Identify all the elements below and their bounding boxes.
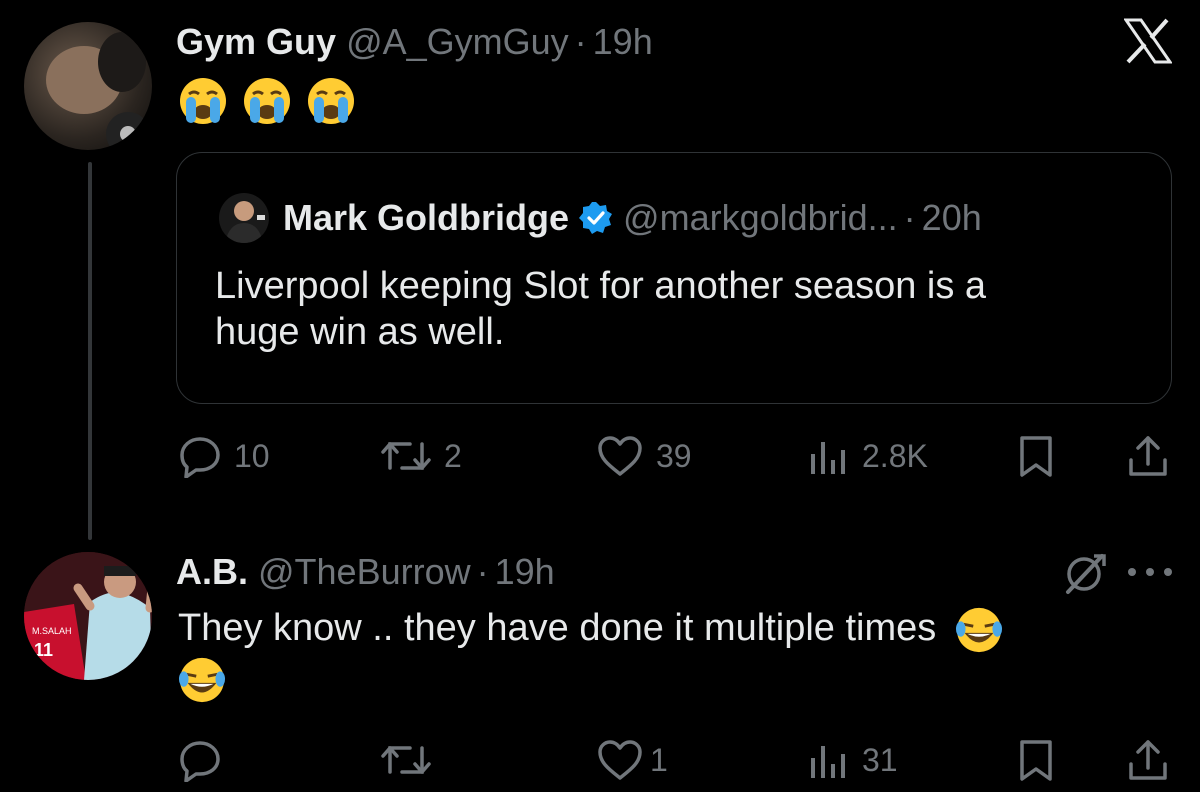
more-icon[interactable] xyxy=(1128,564,1172,580)
author-handle[interactable]: @A_GymGuy xyxy=(346,21,569,63)
laughing-emoji xyxy=(178,657,226,703)
quote-text-line: Liverpool keeping Slot for another seaso… xyxy=(215,265,987,307)
view-count: 2.8K xyxy=(862,437,928,474)
share-icon xyxy=(1129,740,1167,780)
quote-text: Liverpool keeping Slot for another seaso… xyxy=(215,263,986,355)
quote-timestamp[interactable]: 20h xyxy=(922,197,982,239)
bookmark-icon xyxy=(1020,740,1052,781)
separator: · xyxy=(574,21,587,62)
bookmark-button[interactable] xyxy=(1016,738,1056,782)
like-count: 1 xyxy=(650,741,668,778)
view-count: 31 xyxy=(862,741,898,778)
reply-text: They know .. they have done it multiple … xyxy=(178,604,1158,704)
views-icon xyxy=(811,442,845,474)
separator: · xyxy=(903,197,916,238)
reply-icon xyxy=(180,741,220,782)
repost-icon xyxy=(381,746,431,774)
reply-timestamp[interactable]: 19h xyxy=(495,551,555,593)
share-button[interactable] xyxy=(1126,434,1170,478)
like-icon xyxy=(598,740,642,780)
quoted-tweet[interactable]: Mark Goldbridge @markgoldbrid... · 20h L… xyxy=(176,152,1172,404)
avatar-jersey-name: M.SALAH xyxy=(32,626,72,636)
quote-author-handle[interactable]: @markgoldbrid... xyxy=(623,197,898,239)
reply-avatar-image: M.SALAH 11 xyxy=(24,552,152,680)
gym-guy-avatar[interactable] xyxy=(24,22,152,150)
reply-text-content: They know .. they have done it multiple … xyxy=(178,607,937,649)
reply-icon xyxy=(180,437,220,478)
repost-icon xyxy=(381,442,431,470)
bookmark-button[interactable] xyxy=(1016,434,1056,478)
repost-count: 2 xyxy=(444,437,462,474)
repost-button[interactable] xyxy=(380,738,444,782)
tweet-header: Gym Guy @A_GymGuy · 19h xyxy=(176,20,653,64)
quote-avatar-image xyxy=(225,201,265,243)
quote-author-name[interactable]: Mark Goldbridge xyxy=(283,197,569,239)
views-icon xyxy=(811,746,845,778)
author-name[interactable]: Gym Guy xyxy=(176,21,336,63)
views-button[interactable]: 31 xyxy=(806,738,898,782)
reply-author-handle[interactable]: @TheBurrow xyxy=(258,551,471,593)
separator: · xyxy=(476,551,489,592)
like-button[interactable]: 39 xyxy=(596,434,692,478)
crying-emoji xyxy=(308,78,354,124)
quote-header: Mark Goldbridge @markgoldbrid... · 20h xyxy=(283,193,982,243)
repost-button[interactable]: 2 xyxy=(380,434,462,478)
reply-header: A.B. @TheBurrow · 19h xyxy=(176,550,555,594)
views-button[interactable]: 2.8K xyxy=(806,434,928,478)
crying-emoji xyxy=(180,78,226,124)
thread-line xyxy=(88,162,92,540)
x-logo-icon[interactable] xyxy=(1123,18,1173,64)
timestamp[interactable]: 19h xyxy=(593,21,653,63)
laughing-emoji xyxy=(955,607,1002,653)
quote-author-avatar[interactable] xyxy=(219,193,269,243)
tweet-emoji-text xyxy=(178,76,356,126)
reply-count: 10 xyxy=(234,437,270,474)
avatar-jersey-number: 11 xyxy=(34,640,53,660)
verified-icon xyxy=(579,202,613,234)
like-button[interactable]: 1 xyxy=(596,738,668,782)
reply-button[interactable] xyxy=(178,738,234,782)
grok-icon[interactable] xyxy=(1062,550,1108,596)
bookmark-icon xyxy=(1020,436,1052,477)
reply-author-name[interactable]: A.B. xyxy=(176,551,248,593)
reply-button[interactable]: 10 xyxy=(178,434,270,478)
like-count: 39 xyxy=(656,437,692,474)
reply-author-avatar[interactable]: M.SALAH 11 xyxy=(24,552,152,680)
share-icon xyxy=(1129,436,1167,476)
quote-text-line: huge win as well. xyxy=(215,311,505,353)
gym-guy-avatar-image xyxy=(46,32,150,150)
share-button[interactable] xyxy=(1126,738,1170,782)
crying-emoji xyxy=(244,78,290,124)
like-icon xyxy=(598,436,642,476)
